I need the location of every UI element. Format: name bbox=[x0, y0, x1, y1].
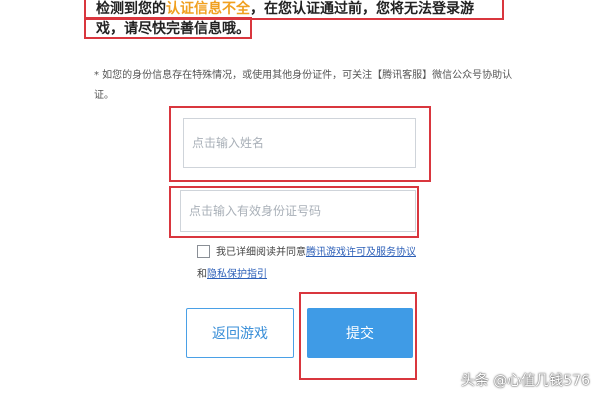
service-agreement-link[interactable]: 腾讯游戏许可及服务协议 bbox=[306, 247, 416, 258]
agreement-prefix: 我已详细阅读并同意 bbox=[216, 247, 306, 258]
back-to-game-button[interactable]: 返回游戏 bbox=[186, 308, 294, 358]
privacy-guide-link[interactable]: 隐私保护指引 bbox=[207, 269, 267, 280]
warning-prefix: 检测到您的 bbox=[96, 1, 166, 17]
name-input[interactable] bbox=[190, 118, 415, 168]
agreement-checkbox[interactable] bbox=[197, 244, 210, 258]
name-field[interactable] bbox=[183, 118, 416, 168]
warning-line-1: 检测到您的认证信息不全，在您认证通过前，您将无法登录游 bbox=[96, 0, 474, 18]
warning-highlight: 认证信息不全 bbox=[166, 1, 250, 17]
special-case-note: * 如您的身份信息存在特殊情况，或使用其他身份证件，可关注【腾讯客服】微信公众号… bbox=[94, 70, 513, 101]
warning-suffix: ，在您认证通过前，您将无法登录游 bbox=[250, 1, 474, 17]
real-name-auth-page: 检测到您的认证信息不全，在您认证通过前，您将无法登录游 戏，请尽快完善信息哦。 … bbox=[0, 0, 600, 400]
submit-button[interactable]: 提交 bbox=[307, 308, 413, 358]
warning-line-2: 戏，请尽快完善信息哦。 bbox=[96, 21, 250, 37]
agreement-and: 和 bbox=[197, 269, 207, 280]
watermark: 头条 @心值几钱576 bbox=[460, 373, 590, 389]
id-number-field[interactable] bbox=[180, 190, 416, 232]
id-number-input[interactable] bbox=[187, 190, 415, 232]
agreement-row: 我已详细阅读并同意腾讯游戏许可及服务协议 和隐私保护指引 bbox=[197, 242, 457, 286]
